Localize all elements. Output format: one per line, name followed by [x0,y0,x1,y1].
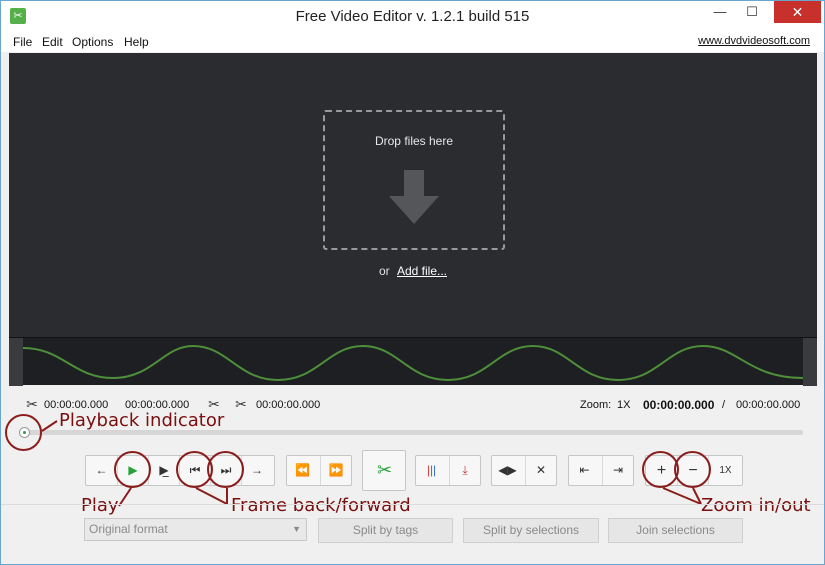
seek-end-icon: ⏩ [328,463,344,477]
waveform-strip[interactable] [9,337,817,386]
total-time: 00:00:00.000 [736,399,801,411]
arrow-right-icon: → [251,463,263,477]
annotation-ring-zoom-out [674,451,711,488]
maximize-button[interactable]: ☐ [738,1,766,23]
current-time: 00:00:00.000 [643,398,715,412]
export-marker-button[interactable]: ⤓ [449,456,480,485]
menu-options[interactable]: Options [72,35,113,49]
jump-start-icon: ⇤ [579,463,590,477]
seek-start-button[interactable]: ⏪ [287,456,318,485]
marker-controls: ||| ⤓ [415,455,481,486]
annotation-ring-frame-forward [207,451,244,488]
video-preview: Drop files here or Add file... [9,53,817,337]
play-selection-button[interactable]: ▶̲ [148,456,179,485]
annotation-play: Play [81,495,119,516]
menu-help[interactable]: Help [124,35,149,49]
window-title: Free Video Editor v. 1.2.1 build 515 [295,8,530,25]
output-format-select[interactable]: Original format ▼ [84,518,307,541]
wave-left-handle[interactable] [9,338,23,386]
delete-icon: ✕ [535,463,547,477]
menu-file[interactable]: File [13,35,32,49]
waveform-icon [23,344,803,382]
add-marker-button[interactable]: ||| [416,456,447,485]
zoom-value: 1X [617,399,631,411]
split-by-selections-button[interactable]: Split by selections [463,518,599,543]
download-arrow-icon [389,170,439,224]
play-selection-icon: ▶̲ [159,463,169,477]
start-cut-icon[interactable]: ✂ [24,396,40,414]
chevron-down-icon: ▼ [292,524,301,534]
jump-controls: ⇤ ⇥ [568,455,634,486]
back-arrow-button[interactable]: ← [86,456,117,485]
annotation-ring-playback [5,414,42,451]
drop-zone[interactable]: Drop files here [323,110,505,250]
annotation-ring-play [114,451,151,488]
seek-controls: ⏪ ⏩ [286,455,352,486]
split-by-tags-button[interactable]: Split by tags [318,518,453,543]
bottom-divider [1,504,824,505]
zoom-reset-button[interactable]: 1X [708,456,742,485]
close-button[interactable]: ✕ [774,1,821,23]
split-selection-button[interactable]: ◀▶ [492,456,523,485]
delete-selection-button[interactable]: ✕ [525,456,556,485]
jump-end-icon: ⇥ [612,463,624,477]
app-window: ✂ Free Video Editor v. 1.2.1 build 515 —… [0,0,825,565]
seek-start-icon: ⏪ [295,463,310,477]
forward-arrow-button[interactable]: → [241,456,272,485]
cut-marker-icon[interactable]: ✂ [233,396,249,414]
cut-button[interactable]: ✂ [362,450,406,491]
cut-time: 00:00:00.000 [256,399,321,411]
seek-end-button[interactable]: ⏩ [320,456,351,485]
format-value: Original format [89,522,168,536]
zoom-label: Zoom: [580,399,612,411]
annotation-playback-indicator: Playback indicator [59,410,225,431]
or-text: or [378,264,390,278]
jump-start-button[interactable]: ⇤ [569,456,600,485]
selection-controls: ◀▶ ✕ [491,455,557,486]
join-selections-button[interactable]: Join selections [608,518,743,543]
arrow-left-icon: ← [95,463,108,477]
add-file-link[interactable]: Add file... [397,264,447,278]
menu-bar: File Edit Options Help www.dvdvideosoft.… [1,32,824,52]
website-link[interactable]: www.dvdvideosoft.com [698,35,810,47]
minimize-button[interactable]: — [706,1,734,23]
time-separator: / [722,399,726,411]
annotation-zoom: Zoom in/out [701,495,811,516]
jump-end-button[interactable]: ⇥ [602,456,633,485]
menu-edit[interactable]: Edit [42,35,63,49]
download-icon: ⤓ [462,463,468,477]
add-file-row: or Add file... [9,264,817,278]
title-bar: ✂ Free Video Editor v. 1.2.1 build 515 —… [1,1,824,32]
split-icon: ◀▶ [498,463,517,477]
drop-files-text: Drop files here [374,134,454,148]
scissors-cut-icon: ✂ [376,460,393,480]
wave-right-handle[interactable] [803,338,817,386]
annotation-frame: Frame back/forward [231,495,411,516]
